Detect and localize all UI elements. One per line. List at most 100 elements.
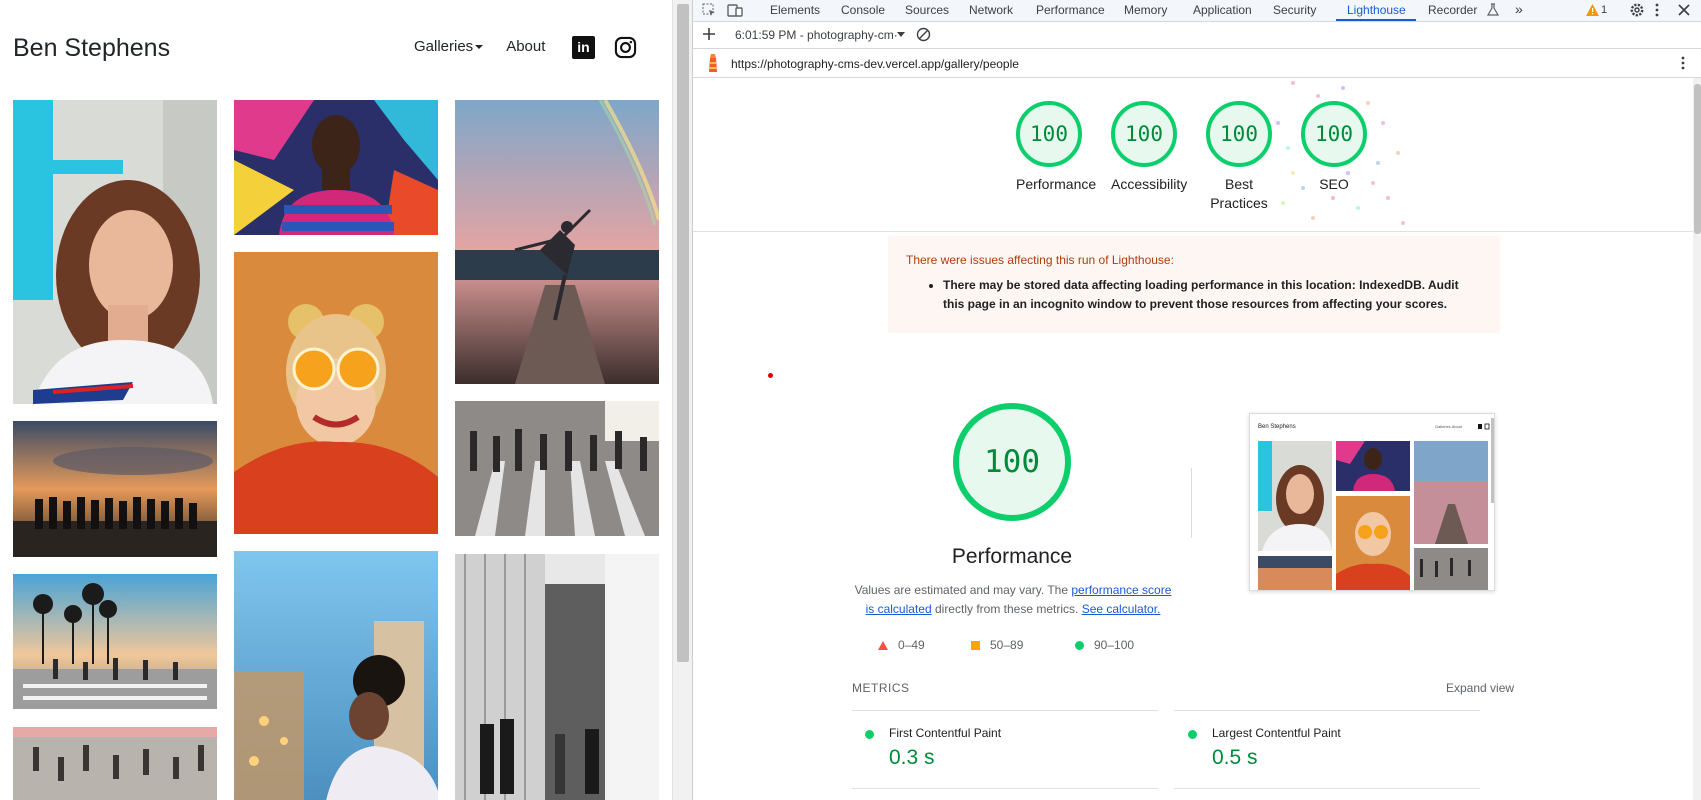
report-scrollbar-thumb[interactable] <box>1694 84 1701 234</box>
metric-value: 0.3 s <box>889 746 935 769</box>
nav-about-link[interactable]: About <box>506 38 545 55</box>
tab-elements[interactable]: Elements <box>770 3 820 17</box>
site-title[interactable]: Ben Stephens <box>13 34 170 63</box>
metric-value: 0.5 s <box>1212 746 1258 769</box>
score-gauge-performance[interactable]: 100 Performance <box>1016 101 1097 194</box>
metric-divider <box>1174 710 1480 711</box>
tab-recorder[interactable]: Recorder <box>1428 3 1477 17</box>
lighthouse-toolbar: 6:01:59 PM - photography-cm· <box>693 22 1701 49</box>
orange-square-icon <box>971 641 980 650</box>
website-scrollbar-thumb[interactable] <box>677 4 689 662</box>
metric-name: Largest Contentful Paint <box>1212 726 1341 740</box>
report-dropdown-caret-icon[interactable] <box>897 32 905 37</box>
legend-fail-label: 0–49 <box>898 638 925 652</box>
gallery-photo-girl-oranges[interactable] <box>234 252 438 534</box>
tab-application[interactable]: Application <box>1193 3 1252 17</box>
tab-lighthouse[interactable]: Lighthouse <box>1347 3 1406 17</box>
tab-network[interactable]: Network <box>969 3 1013 17</box>
gallery-photo-street-crossing-palms[interactable] <box>13 574 217 709</box>
score-gauge-accessibility[interactable]: 100 Accessibility <box>1111 101 1188 194</box>
more-options-icon[interactable] <box>1654 2 1660 18</box>
gallery-photo-dancer-pier[interactable] <box>455 100 659 384</box>
gauge-label: Performance <box>1016 176 1097 192</box>
warning-title: There were issues affecting this run of … <box>906 253 1174 267</box>
report-url-bar: https://photography-cms-dev.vercel.app/g… <box>693 49 1701 78</box>
performance-description: Values are estimated and may vary. The p… <box>853 581 1173 619</box>
gallery-photo-busy-crosswalk[interactable] <box>455 401 659 536</box>
warning-count[interactable]: 1 <box>1601 4 1607 16</box>
more-tabs-button[interactable]: » <box>1515 1 1523 17</box>
gallery-photo-woman-city-dusk[interactable] <box>234 551 438 800</box>
metric-divider <box>852 788 1158 789</box>
run-warning-box: There were issues affecting this run of … <box>888 236 1500 333</box>
metric-divider <box>1174 788 1480 789</box>
caret-down-icon <box>475 45 484 50</box>
gauge-label: SEO <box>1319 176 1349 192</box>
gauge-label: Best Practices <box>1210 176 1268 211</box>
warning-list: There may be stored data affecting loadi… <box>906 276 1482 314</box>
gallery-photo-woman-portrait[interactable] <box>13 100 217 404</box>
red-triangle-icon <box>878 641 888 650</box>
audited-url[interactable]: https://photography-cms-dev.vercel.app/g… <box>731 57 1019 71</box>
gallery-photo-man-graffiti[interactable] <box>234 100 438 235</box>
gauge-ring: 100 <box>1016 101 1082 167</box>
site-nav: Galleries About <box>414 38 568 55</box>
gauge-score: 100 <box>1220 122 1258 146</box>
final-screenshot-thumbnail[interactable]: Ben Stephens Galleries About <box>1249 413 1495 591</box>
report-menu-icon[interactable] <box>1680 55 1686 71</box>
settings-gear-icon[interactable] <box>1629 2 1645 18</box>
thumbnail-gallery <box>1258 418 1494 590</box>
see-calculator-link[interactable]: See calculator. <box>1082 602 1161 616</box>
gauge-label: Accessibility <box>1111 176 1188 192</box>
flask-icon <box>1487 3 1499 16</box>
gauge-ring: 100 <box>1111 101 1177 167</box>
green-circle-icon <box>1075 641 1084 650</box>
close-devtools-icon[interactable] <box>1676 2 1692 18</box>
score-gauge-seo[interactable]: 100 SEO <box>1301 101 1367 194</box>
legend-fail: 0–49 <box>878 638 925 652</box>
gallery-photo-sunset-group[interactable] <box>13 421 217 557</box>
legend-average: 50–89 <box>971 638 1023 652</box>
gauge-ring: 100 <box>1301 101 1367 167</box>
instagram-icon[interactable] <box>614 36 637 59</box>
tab-memory[interactable]: Memory <box>1124 3 1167 17</box>
new-report-plus-icon[interactable] <box>702 27 716 41</box>
device-toolbar-icon[interactable] <box>727 2 743 18</box>
gallery-photo-bw-building[interactable] <box>455 554 659 800</box>
tab-performance[interactable]: Performance <box>1036 3 1105 17</box>
inspect-element-icon[interactable] <box>701 2 717 18</box>
linkedin-icon[interactable]: in <box>572 36 595 59</box>
nav-galleries-dropdown[interactable]: Galleries <box>414 38 484 55</box>
legend-pass: 90–100 <box>1075 638 1134 652</box>
gauge-score: 100 <box>1125 122 1163 146</box>
gallery-photo-crowd-plaza[interactable] <box>13 727 217 800</box>
devtools-tab-bar: Elements Console Sources Network Perform… <box>693 0 1701 22</box>
performance-big-gauge: 100 <box>953 403 1071 521</box>
warning-triangle-icon[interactable] <box>1586 4 1599 16</box>
tab-console[interactable]: Console <box>841 3 885 17</box>
red-dot-marker <box>768 373 773 378</box>
legend-pass-label: 90–100 <box>1094 638 1135 652</box>
report-selector[interactable]: 6:01:59 PM - photography-cm· <box>735 28 898 42</box>
lighthouse-logo-icon <box>709 54 717 72</box>
metric-name: First Contentful Paint <box>889 726 1002 740</box>
metric-divider <box>852 710 1158 711</box>
metric-pass-dot-icon <box>1188 730 1197 739</box>
expand-view-toggle[interactable]: Expand view <box>1446 681 1514 695</box>
clear-reports-icon[interactable] <box>916 27 931 42</box>
gauge-score: 100 <box>1030 122 1068 146</box>
warning-item: There may be stored data affecting loadi… <box>943 276 1482 314</box>
metrics-section-label: METRICS <box>852 681 910 695</box>
tab-security[interactable]: Security <box>1273 3 1316 17</box>
gauge-ring: 100 <box>1206 101 1272 167</box>
website-pane: Ben Stephens Galleries About in <box>0 0 672 800</box>
website-scrollbar[interactable] <box>672 0 692 800</box>
score-gauge-best-practices[interactable]: 100 Best Practices <box>1206 101 1272 213</box>
tab-sources[interactable]: Sources <box>905 3 949 17</box>
devtools-panel: Elements Console Sources Network Perform… <box>692 0 1701 800</box>
report-scrollbar[interactable] <box>1693 78 1701 800</box>
performance-big-score: 100 <box>984 444 1040 480</box>
desc-text-prefix: Values are estimated and may vary. The <box>854 583 1072 597</box>
vertical-divider <box>1191 468 1192 538</box>
desc-text-middle: directly from these metrics. <box>931 602 1082 616</box>
